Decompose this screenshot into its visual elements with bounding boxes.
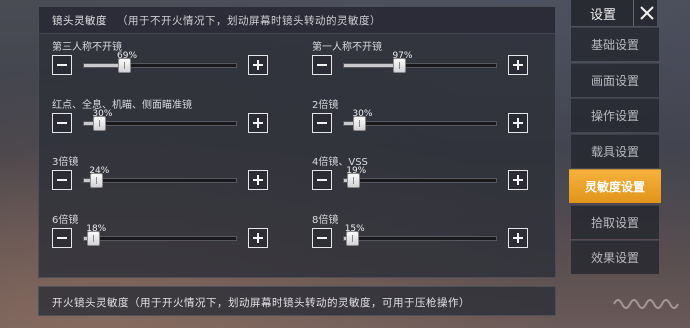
sensitivity-slider-6: 4倍镜、VSS 19% bbox=[312, 153, 542, 205]
slider-track[interactable] bbox=[83, 116, 237, 131]
plus-icon bbox=[253, 233, 263, 243]
slider-track[interactable] bbox=[343, 116, 497, 131]
increase-button[interactable] bbox=[248, 55, 268, 75]
slider-label: 第一人称不开镜 bbox=[312, 42, 382, 53]
panel-title: 镜头灵敏度 （用于不开火情况下，划动屏幕时镜头转动的灵敏度） bbox=[52, 13, 381, 28]
slider-label: 2倍镜 bbox=[312, 100, 339, 111]
decrease-button[interactable] bbox=[312, 170, 332, 190]
sensitivity-slider-1: 第三人称不开镜 69% bbox=[52, 38, 282, 90]
plus-icon bbox=[513, 60, 523, 70]
decrease-button[interactable] bbox=[52, 170, 72, 190]
slider-label: 8倍镜 bbox=[312, 215, 339, 226]
close-button[interactable] bbox=[633, 0, 660, 26]
minus-icon bbox=[57, 179, 67, 181]
slider-fill bbox=[344, 64, 399, 67]
panel-header: 镜头灵敏度 （用于不开火情况下，划动屏幕时镜头转动的灵敏度） bbox=[39, 7, 555, 34]
slider-thumb[interactable] bbox=[392, 58, 406, 73]
slider-thumb[interactable] bbox=[90, 173, 104, 188]
increase-button[interactable] bbox=[248, 170, 268, 190]
decrease-button[interactable] bbox=[312, 228, 332, 248]
sidebar-item-4[interactable]: 载具设置 bbox=[571, 133, 659, 168]
panel-title-text: 镜头灵敏度 bbox=[52, 15, 107, 27]
slider-label: 6倍镜 bbox=[52, 215, 79, 226]
settings-title-text: 设置 bbox=[589, 7, 616, 23]
minus-icon bbox=[317, 237, 327, 239]
slider-track[interactable] bbox=[343, 231, 497, 246]
slider-thumb[interactable] bbox=[93, 116, 107, 131]
slider-track[interactable] bbox=[343, 58, 497, 73]
decrease-button[interactable] bbox=[312, 55, 332, 75]
decrease-button[interactable] bbox=[52, 228, 72, 248]
minus-icon bbox=[57, 237, 67, 239]
decrease-button[interactable] bbox=[52, 55, 72, 75]
slider-track[interactable] bbox=[83, 173, 237, 188]
sensitivity-slider-4: 2倍镜 30% bbox=[312, 96, 542, 148]
slider-thumb[interactable] bbox=[345, 231, 359, 246]
slider-thumb[interactable] bbox=[353, 116, 367, 131]
increase-button[interactable] bbox=[508, 170, 528, 190]
slider-track[interactable] bbox=[83, 231, 237, 246]
plus-icon bbox=[513, 175, 523, 185]
sidebar-item-3[interactable]: 操作设置 bbox=[571, 98, 659, 132]
increase-button[interactable] bbox=[508, 228, 528, 248]
increase-button[interactable] bbox=[508, 113, 528, 133]
sidebar-item-6[interactable]: 拾取设置 bbox=[571, 204, 659, 239]
slider-label: 3倍镜 bbox=[52, 157, 79, 168]
slider-thumb[interactable] bbox=[347, 173, 361, 188]
sidebar-item-5[interactable]: 灵敏度设置 bbox=[569, 169, 661, 203]
increase-button[interactable] bbox=[508, 55, 528, 75]
minus-icon bbox=[317, 122, 327, 124]
close-icon bbox=[640, 6, 654, 20]
minus-icon bbox=[317, 64, 327, 66]
minus-icon bbox=[57, 122, 67, 124]
sidebar-item-2[interactable]: 画面设置 bbox=[571, 62, 659, 97]
increase-button[interactable] bbox=[248, 113, 268, 133]
panel-title-hint: （用于不开火情况下，划动屏幕时镜头转动的灵敏度） bbox=[117, 15, 381, 27]
sensitivity-slider-2: 第一人称不开镜 97% bbox=[312, 38, 542, 90]
increase-button[interactable] bbox=[248, 228, 268, 248]
plus-icon bbox=[253, 118, 263, 128]
sidebar-item-1[interactable]: 基础设置 bbox=[571, 27, 659, 61]
sensitivity-slider-7: 6倍镜 18% bbox=[52, 211, 282, 263]
slider-track[interactable] bbox=[343, 173, 497, 188]
fire-sensitivity-text: 开火镜头灵敏度（用于开火情况下，划动屏幕时镜头转动的灵敏度，可用于压枪操作） bbox=[52, 297, 470, 309]
slider-thumb[interactable] bbox=[117, 58, 131, 73]
fire-sensitivity-section[interactable]: 开火镜头灵敏度（用于开火情况下，划动屏幕时镜头转动的灵敏度，可用于压枪操作） bbox=[38, 286, 556, 316]
settings-sidebar: 设置 基础设置 画面设置 操作设置 载具设置 灵敏度设置 拾取设置 效果设置 bbox=[569, 0, 690, 328]
decrease-button[interactable] bbox=[52, 113, 72, 133]
sensitivity-slider-3: 红点、全息、机瞄、侧面瞄准镜 30% bbox=[52, 96, 282, 148]
minus-icon bbox=[317, 179, 327, 181]
slider-track[interactable] bbox=[83, 58, 237, 73]
slider-label: 红点、全息、机瞄、侧面瞄准镜 bbox=[52, 100, 192, 111]
plus-icon bbox=[253, 60, 263, 70]
decrease-button[interactable] bbox=[312, 113, 332, 133]
plus-icon bbox=[513, 233, 523, 243]
slider-label: 第三人称不开镜 bbox=[52, 42, 122, 53]
sidebar-item-7[interactable]: 效果设置 bbox=[571, 240, 659, 274]
plus-icon bbox=[253, 175, 263, 185]
watermark-icon bbox=[613, 299, 679, 309]
sensitivity-slider-5: 3倍镜 24% bbox=[52, 153, 282, 205]
minus-icon bbox=[57, 64, 67, 66]
sensitivity-slider-8: 8倍镜 15% bbox=[312, 211, 542, 263]
plus-icon bbox=[513, 118, 523, 128]
slider-thumb[interactable] bbox=[87, 231, 101, 246]
